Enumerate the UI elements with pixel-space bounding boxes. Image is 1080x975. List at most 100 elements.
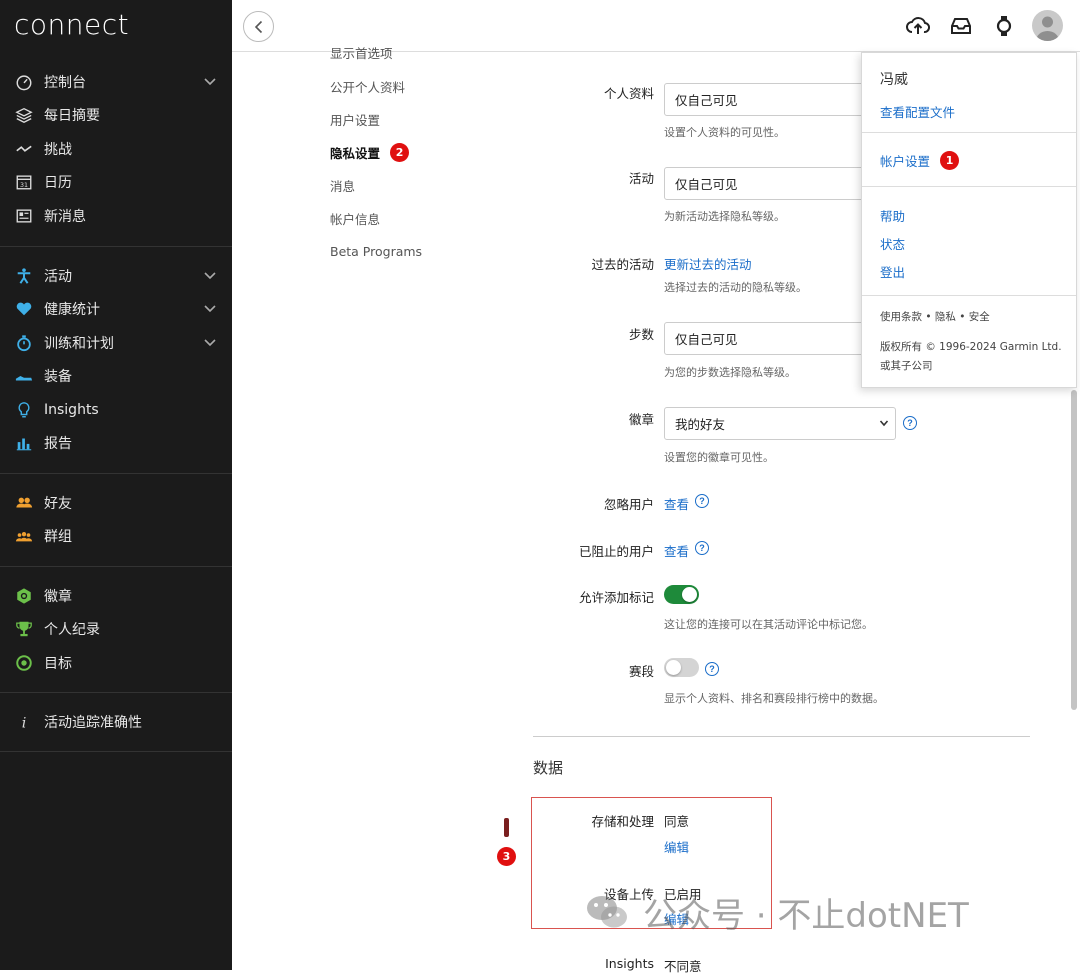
section-divider [533, 736, 1030, 737]
dropdown-divider [862, 186, 1076, 187]
toggle-knob [666, 660, 681, 675]
sidebar-item-calendar[interactable]: 31 日历 [0, 166, 232, 200]
badges-help-icon[interactable]: ? [903, 416, 917, 430]
data-section-title: 数据 [533, 759, 564, 777]
annotation-badge-2: 2 [390, 143, 410, 162]
avatar[interactable] [1032, 10, 1063, 41]
update-past-activities-link[interactable]: 更新过去的活动 [664, 254, 752, 273]
segments-toggle[interactable] [664, 658, 699, 677]
legal-links[interactable]: 使用条款 • 隐私 • 安全 [880, 308, 1065, 327]
page-scrollbar[interactable] [1071, 390, 1077, 710]
settings-nav-messages[interactable]: 消息 [330, 169, 480, 202]
settings-nav-privacy-label: 隐私设置 [330, 146, 381, 161]
annotation-badge-3: 3 [497, 847, 516, 866]
sidebar-item-reports[interactable]: 报告 [0, 427, 232, 461]
shoe-icon [14, 366, 34, 386]
steps-privacy-label: 步数 [628, 327, 654, 342]
badges-privacy-label: 徽章 [628, 412, 654, 427]
help-link[interactable]: 帮助 [880, 206, 905, 225]
copyright-text: 版权所有 © 1996-2024 Garmin Ltd. 或其子公司 [880, 341, 1062, 372]
dropdown-divider [862, 132, 1076, 133]
steps-privacy-value: 仅自己可见 [675, 332, 738, 347]
sidebar-item-tracking-accuracy[interactable]: i 活动追踪准确性 [0, 705, 232, 739]
settings-nav-account-info[interactable]: 帐户信息 [330, 202, 480, 235]
dashboard-icon [14, 72, 34, 92]
svg-text:i: i [22, 715, 27, 731]
upload-icon[interactable] [905, 13, 931, 39]
allow-tagging-toggle[interactable] [664, 585, 699, 604]
ignored-users-label: 忽略用户 [603, 497, 654, 512]
sidebar-item-groups[interactable]: 群组 [0, 520, 232, 554]
storage-processing-value: 同意 [664, 814, 690, 829]
chevron-down-icon [204, 78, 218, 86]
badges-privacy-select[interactable]: 我的好友 [664, 407, 896, 440]
sidebar-item-health-stats[interactable]: 健康统计 [0, 293, 232, 327]
lightbulb-icon [14, 400, 34, 420]
challenge-icon [14, 139, 34, 159]
settings-nav: 显示首选项 公开个人资料 用户设置 隐私设置 2 消息 帐户信息 Beta Pr… [330, 44, 480, 268]
sidebar-item-daily-summary[interactable]: 每日摘要 [0, 99, 232, 133]
account-settings-link[interactable]: 帐户设置 1 [880, 151, 960, 170]
sidebar-item-personal-records[interactable]: 个人纪录 [0, 613, 232, 647]
settings-nav-display-prefs[interactable]: 显示首选项 [330, 44, 480, 62]
profile-privacy-label: 个人资料 [603, 86, 654, 101]
sidebar-item-gear[interactable]: 装备 [0, 360, 232, 394]
nav-group-info: i 活动追踪准确性 [0, 692, 232, 752]
allow-tagging-label: 允许添加标记 [578, 590, 654, 605]
sidebar-item-activities[interactable]: 活动 [0, 259, 232, 293]
nav-group-achievements: 徽章 个人纪录 目标 [0, 566, 232, 692]
allow-tagging-help: 这让您的连接可以在其活动评论中标记您。 [664, 618, 873, 631]
sidebar-item-insights[interactable]: Insights [0, 393, 232, 427]
calendar-icon: 31 [14, 172, 34, 192]
sidebar-item-training[interactable]: 训练和计划 [0, 326, 232, 360]
past-activity-help: 选择过去的活动的隐私等级。 [664, 281, 807, 294]
connect-logo[interactable]: connect [14, 8, 129, 41]
view-profile-link[interactable]: 查看配置文件 [880, 102, 955, 121]
settings-nav-beta-programs[interactable]: Beta Programs [330, 235, 480, 268]
friends-icon [14, 493, 34, 513]
activity-privacy-help: 为新活动选择隐私等级。 [664, 210, 785, 223]
nav-group-social: 好友 群组 [0, 473, 232, 566]
steps-privacy-help: 为您的步数选择隐私等级。 [664, 366, 796, 379]
news-icon [14, 206, 34, 226]
trophy-icon [14, 619, 34, 639]
settings-nav-public-profile[interactable]: 公开个人资料 [330, 70, 480, 103]
blocked-users-help-icon[interactable]: ? [695, 541, 709, 555]
settings-nav-privacy[interactable]: 隐私设置 2 [330, 136, 480, 169]
groups-icon [14, 526, 34, 546]
sidebar-item-badges[interactable]: 徽章 [0, 579, 232, 613]
dropdown-divider [862, 295, 1076, 296]
settings-nav-user-settings[interactable]: 用户设置 [330, 103, 480, 136]
ignored-users-help-icon[interactable]: ? [695, 494, 709, 508]
device-watch-icon[interactable] [991, 13, 1017, 39]
ignored-users-view-link[interactable]: 查看 [664, 494, 689, 513]
account-settings-label: 帐户设置 [880, 154, 931, 169]
insights-consent-label: Insights [605, 956, 654, 971]
inbox-icon[interactable] [948, 13, 974, 39]
collapse-sidebar-button[interactable] [243, 11, 274, 42]
nav-group-activity: 活动 健康统计 训练和计划 装备 Insights 报告 [0, 246, 232, 473]
heart-icon [14, 299, 34, 319]
sidebar-item-challenges[interactable]: 挑战 [0, 132, 232, 166]
chevron-left-icon [254, 20, 262, 33]
annotation-marker [504, 818, 509, 837]
sidebar-item-news[interactable]: 新消息 [0, 199, 232, 233]
activity-privacy-value: 仅自己可见 [675, 177, 738, 192]
storage-processing-label: 存储和处理 [591, 814, 654, 829]
stopwatch-icon [14, 333, 34, 353]
chevron-down-icon [204, 305, 218, 313]
segments-help-icon[interactable]: ? [705, 662, 719, 676]
status-link[interactable]: 状态 [880, 234, 905, 253]
logout-link[interactable]: 登出 [880, 262, 905, 281]
profile-privacy-help: 设置个人资料的可见性。 [664, 126, 785, 139]
sidebar-item-dashboard[interactable]: 控制台 [0, 65, 232, 99]
watermark: 公众号 · 不止dotNET [585, 890, 969, 936]
account-dropdown: 冯威 查看配置文件 帐户设置 1 帮助 状态 登出 使用条款 • 隐私 • 安全… [861, 52, 1077, 388]
sidebar-item-friends[interactable]: 好友 [0, 486, 232, 520]
storage-processing-edit-link[interactable]: 编辑 [664, 837, 689, 856]
svg-text:31: 31 [20, 182, 28, 189]
chevron-down-icon [204, 339, 218, 347]
chevron-down-icon [204, 272, 218, 280]
blocked-users-view-link[interactable]: 查看 [664, 541, 689, 560]
sidebar-item-goals[interactable]: 目标 [0, 646, 232, 680]
